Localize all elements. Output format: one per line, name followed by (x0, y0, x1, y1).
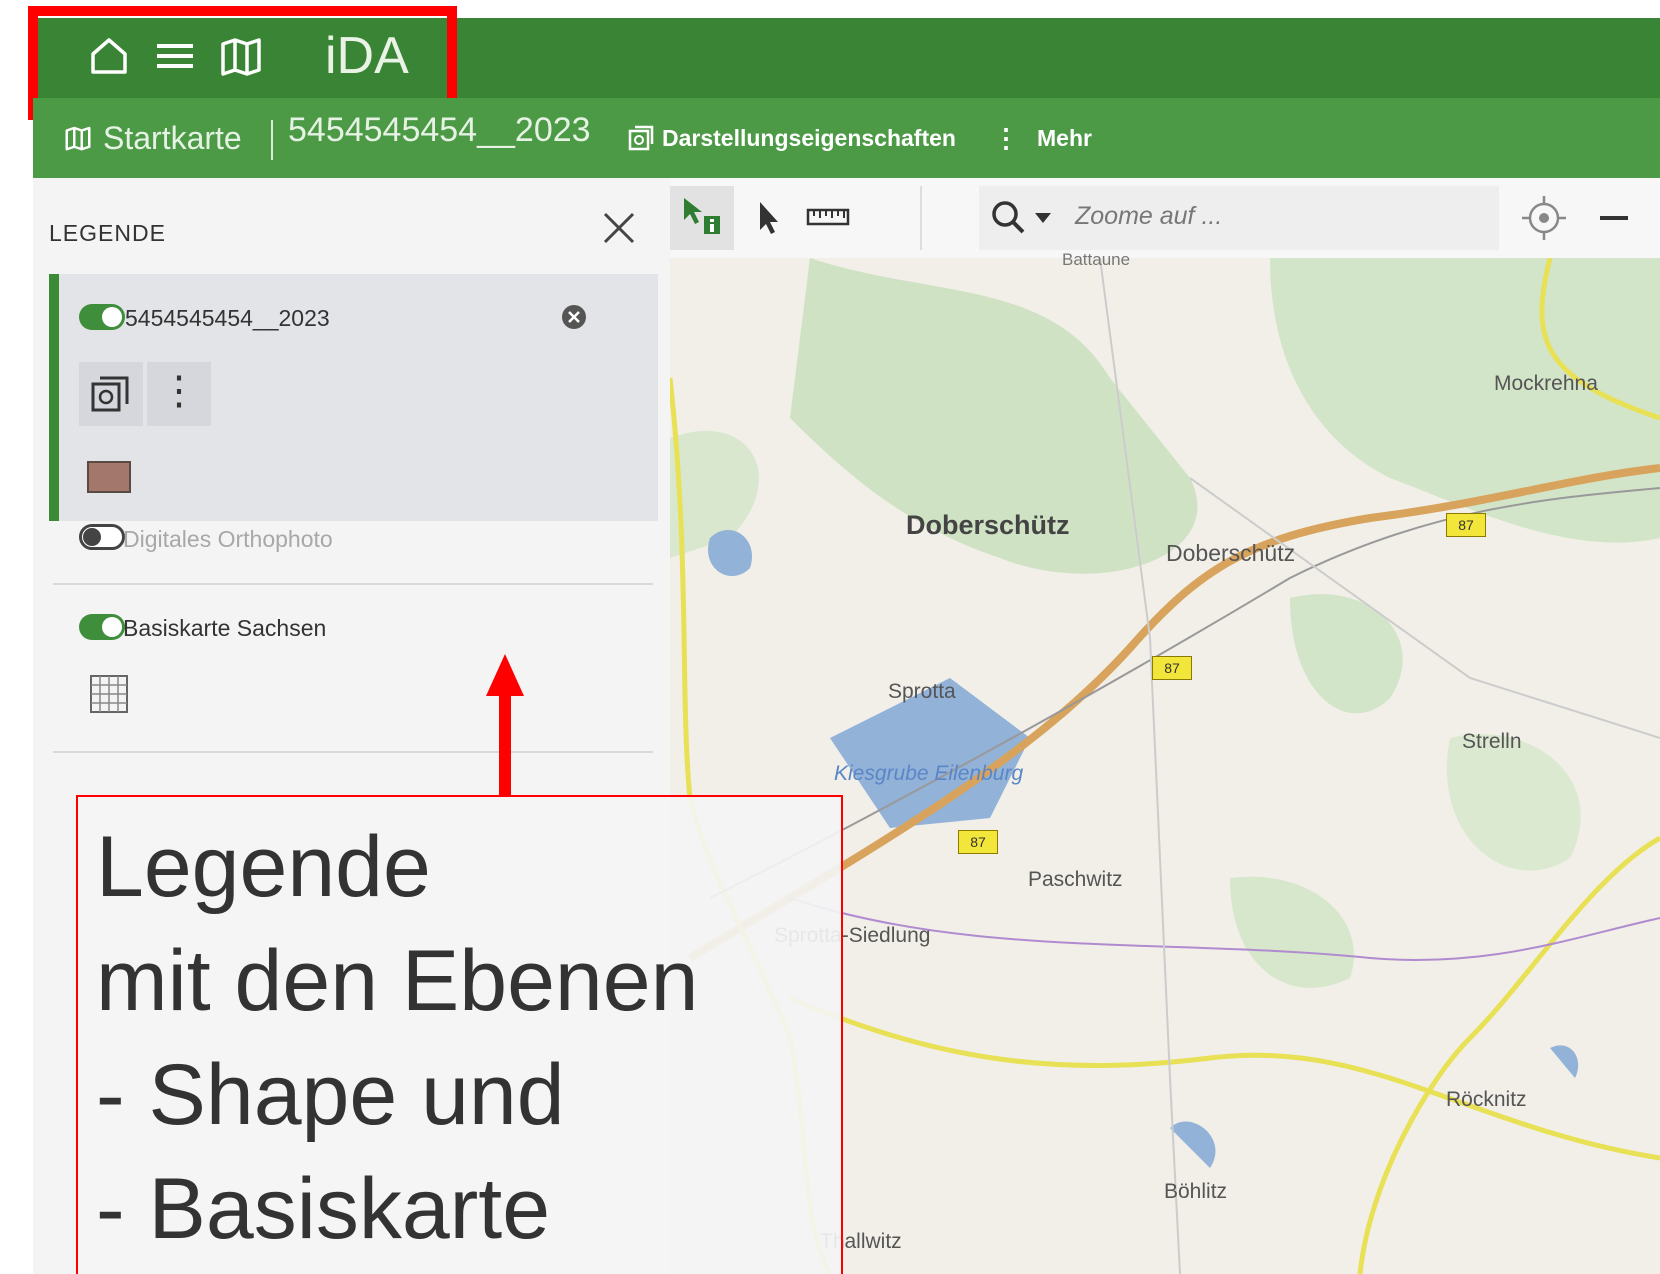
ruler-icon[interactable] (800, 190, 856, 246)
startkarte-tab[interactable]: Startkarte (63, 98, 242, 178)
info-select-tool[interactable] (670, 186, 734, 250)
locate-icon[interactable] (1518, 192, 1570, 244)
legend-layer-shape: 5454545454__2023 ⋮ (49, 274, 658, 521)
road-shield: 87 (958, 830, 998, 854)
road-shield: 87 (1446, 513, 1486, 537)
kebab-icon: ⋮ (159, 369, 199, 413)
search-box[interactable]: Zoome auf ... (979, 186, 1499, 250)
place-label: Strelln (1462, 730, 1522, 753)
cursor-icon[interactable] (740, 190, 796, 246)
more-label: Mehr (1037, 124, 1092, 151)
place-label: Röcknitz (1446, 1088, 1527, 1111)
layer-more-button[interactable]: ⋮ (147, 362, 211, 426)
layer-name-shape: 5454545454__2023 (125, 305, 330, 331)
legend-title: LEGENDE (49, 220, 166, 246)
project-name[interactable]: 5454545454__2023 (288, 90, 591, 170)
divider (53, 751, 653, 753)
toolbar-divider (920, 186, 922, 250)
map-name: Startkarte (103, 119, 242, 156)
map-icon (65, 126, 91, 151)
road-shield: 87 (1152, 656, 1192, 680)
place-label: Paschwitz (1028, 868, 1123, 891)
layer-toggle-shape[interactable] (79, 304, 125, 330)
layer-settings-button[interactable] (79, 362, 143, 426)
place-label: Böhlitz (1164, 1180, 1228, 1203)
annotation-text: mit den Ebenen (96, 933, 699, 1029)
layer-toggle-orthophoto[interactable] (79, 524, 125, 550)
annotation-text: - Basiskarte (96, 1161, 551, 1257)
layer-name-basiskarte: Basiskarte Sachsen (123, 615, 327, 641)
kebab-icon: ⋮ (993, 122, 1019, 153)
layer-settings-icon (91, 376, 129, 412)
more-button[interactable]: ⋮ Mehr (993, 98, 1092, 178)
layer-toggle-basiskarte[interactable] (79, 614, 125, 640)
annotation-text: - Shape und (96, 1047, 565, 1143)
divider (271, 120, 273, 160)
divider (53, 583, 653, 585)
place-label: Doberschütz (1166, 540, 1296, 566)
water-label: Kiesgrube Eilenburg (834, 762, 1024, 785)
place-label: Battaune (1062, 250, 1131, 269)
map-toolbar: Zoome auf ... (670, 178, 1660, 258)
search-icon (992, 201, 1025, 234)
layer-settings-icon (628, 125, 654, 151)
search-input[interactable]: Zoome auf ... (1075, 202, 1222, 231)
layer-color-swatch (87, 461, 131, 493)
place-label: Sprotta (888, 680, 956, 703)
display-properties-label: Darstellungseigenschaften (662, 124, 956, 151)
zoom-out-button[interactable] (1600, 216, 1628, 220)
map-subbar: Startkarte 5454545454__2023 Darstellungs… (33, 98, 1660, 178)
chevron-down-icon[interactable] (1033, 210, 1053, 226)
cursor-info-icon (684, 198, 720, 234)
layer-name-orthophoto: Digitales Orthophoto (123, 526, 333, 552)
remove-layer-icon[interactable] (561, 304, 587, 330)
place-label: Doberschütz (906, 510, 1070, 540)
annotation-text: Legende (96, 819, 431, 915)
display-properties-button[interactable]: Darstellungseigenschaften (628, 98, 956, 178)
place-label: Mockrehna (1494, 372, 1598, 395)
grid-icon (90, 675, 128, 713)
close-icon[interactable] (599, 208, 639, 248)
annotation-arrow (486, 654, 524, 796)
